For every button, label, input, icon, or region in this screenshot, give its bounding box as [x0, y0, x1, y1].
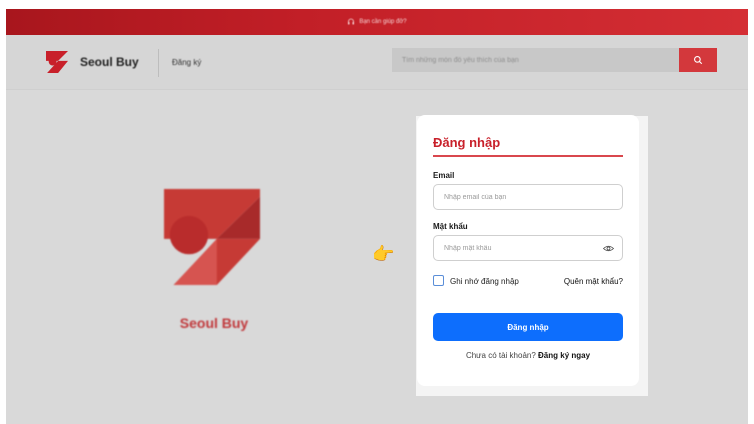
password-field[interactable]	[434, 236, 604, 260]
remember-me-checkbox[interactable]	[433, 275, 444, 286]
site-header: Seoul Buy Đăng ký	[6, 35, 748, 90]
register-link[interactable]: Đăng ký ngay	[538, 351, 590, 360]
no-account-row: Chưa có tài khoản? Đăng ký ngay	[417, 351, 639, 360]
email-label: Email	[433, 171, 455, 180]
password-field-box	[433, 235, 623, 261]
forgot-password-link[interactable]: Quên mật khẩu?	[564, 277, 623, 286]
search-button[interactable]	[679, 48, 717, 72]
header-divider	[158, 49, 159, 77]
hero-brand-name: Seoul Buy	[179, 315, 249, 331]
login-button[interactable]: Đăng nhập	[433, 313, 623, 341]
no-account-text: Chưa có tài khoản?	[465, 351, 536, 360]
remember-me-label[interactable]: Ghi nhớ đăng nhập	[450, 277, 519, 286]
login-title: Đăng nhập	[433, 135, 501, 150]
search-icon	[694, 56, 703, 65]
top-bar: Bạn cần giúp đỡ?	[6, 9, 748, 35]
search-bar	[392, 48, 682, 72]
headset-icon	[348, 18, 355, 25]
login-card: Đăng nhập Email Mật khẩu Ghi nhớ đăng nh…	[417, 115, 639, 386]
seoul-buy-logo-icon[interactable]	[46, 51, 68, 73]
pointing-hand-icon: 👉	[372, 244, 395, 264]
brand-name[interactable]: Seoul Buy	[80, 55, 139, 69]
help-link[interactable]: Bạn cần giúp đỡ?	[347, 18, 407, 26]
title-underline	[433, 155, 623, 157]
password-label: Mật khẩu	[433, 222, 468, 231]
signup-link[interactable]: Đăng ký	[172, 58, 201, 67]
seoul-buy-large-logo-icon	[164, 189, 260, 285]
email-field-box	[433, 184, 623, 210]
search-input[interactable]	[392, 48, 682, 72]
help-text: Bạn cần giúp đỡ?	[359, 19, 407, 25]
email-field[interactable]	[434, 185, 604, 209]
show-password-eye-icon[interactable]	[603, 244, 614, 253]
